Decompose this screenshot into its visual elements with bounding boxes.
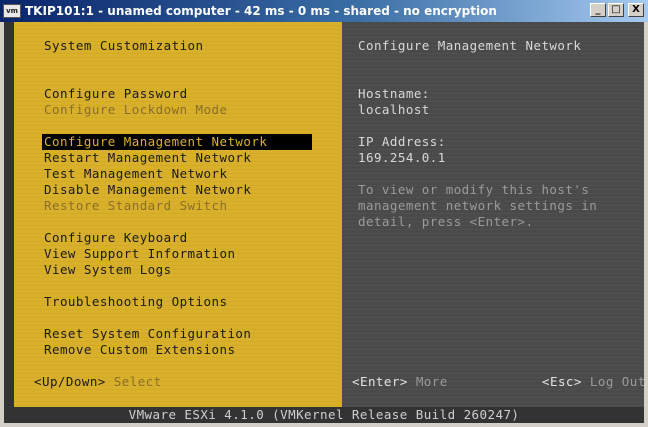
hint-action-select: Select [113,374,162,389]
hostname-value: localhost [358,102,430,117]
menu-item-view-support-information[interactable]: View Support Information [44,246,235,262]
ip-address-value: 169.254.0.1 [358,150,446,165]
panel-title: System Customization [44,38,204,53]
window-frame-right [644,22,648,427]
menu-item-test-management-network[interactable]: Test Management Network [44,166,227,182]
navigation-hint: <Up/Down> Select [34,374,162,390]
version-footer: VMware ESXi 4.1.0 (VMKernel Release Buil… [4,407,644,423]
window-controls: _ □ X [590,3,644,17]
maximize-icon: □ [611,4,621,15]
window-titlebar[interactable]: vm TKIP101:1 - unamed computer - 42 ms -… [0,0,648,22]
version-text: VMware ESXi 4.1.0 (VMKernel Release Buil… [128,407,520,422]
vm-app-icon: vm [3,4,21,18]
menu-item-configure-password[interactable]: Configure Password [44,86,188,102]
menu-item-troubleshooting-options[interactable]: Troubleshooting Options [44,294,227,310]
description-line: detail, press <Enter>. [358,214,534,229]
esxi-console[interactable]: System Customization Configure Password … [4,22,644,423]
hint-action-log-out: Log Out [589,374,644,389]
close-button[interactable]: X [628,3,644,17]
menu-item-disable-management-network[interactable]: Disable Management Network [44,182,251,198]
ip-address-label: IP Address: [358,134,446,149]
minimize-button[interactable]: _ [590,3,606,17]
hint-key-up-down: <Up/Down> [34,374,106,389]
menu-item-remove-custom-extensions[interactable]: Remove Custom Extensions [44,342,235,358]
menu-item-view-system-logs[interactable]: View System Logs [44,262,172,278]
system-customization-panel: System Customization Configure Password … [14,22,342,407]
description-line: To view or modify this host's [358,182,590,197]
maximize-button[interactable]: □ [608,3,624,17]
configure-management-network-detail: Configure Management Network Hostname: l… [342,22,644,407]
menu-item-restart-management-network[interactable]: Restart Management Network [44,150,251,166]
menu-item-configure-keyboard[interactable]: Configure Keyboard [44,230,188,246]
menu-item-configure-management-network[interactable]: Configure Management Network [42,134,312,150]
menu-item-restore-standard-switch[interactable]: Restore Standard Switch [44,198,227,214]
hostname-label: Hostname: [358,86,430,101]
enter-hint: <Enter> More [352,374,448,390]
hint-key-esc: <Esc> [542,374,582,389]
hint-key-enter: <Enter> [352,374,408,389]
menu-item-configure-lockdown-mode[interactable]: Configure Lockdown Mode [44,102,227,118]
description-line: management network settings in [358,198,598,213]
esc-hint: <Esc> Log Out [542,374,644,390]
hint-action-more: More [415,374,448,389]
minimize-icon: _ [595,4,601,15]
close-icon: X [632,4,640,15]
menu-item-reset-system-configuration[interactable]: Reset System Configuration [44,326,251,342]
window-title: TKIP101:1 - unamed computer - 42 ms - 0 … [25,4,497,18]
window-frame-bottom [0,423,648,427]
detail-title: Configure Management Network [358,38,582,53]
